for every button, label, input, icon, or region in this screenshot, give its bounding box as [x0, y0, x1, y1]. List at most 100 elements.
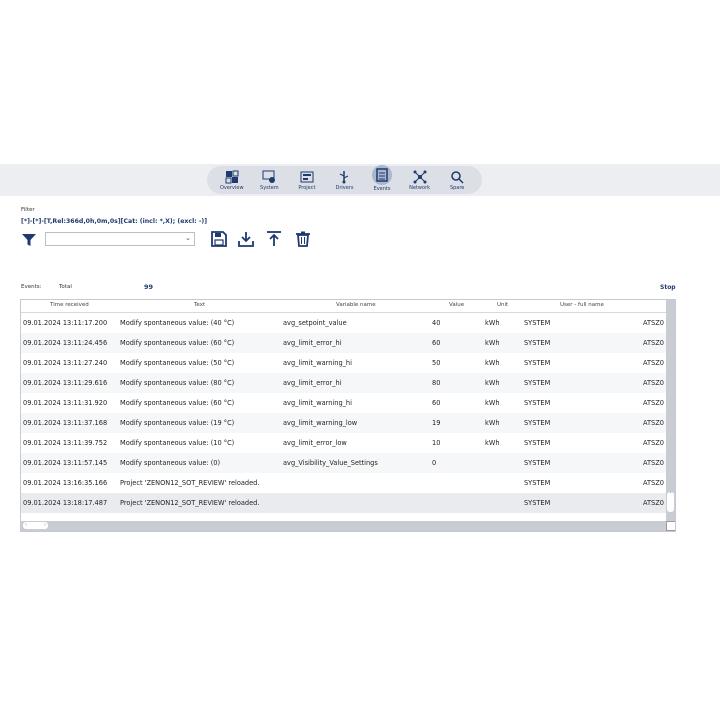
nav-network[interactable]: Network: [403, 170, 437, 191]
cell-value: 60: [432, 339, 441, 347]
cell-text: Modify spontaneous value: (60 °C): [120, 339, 235, 347]
chevron-left-icon[interactable]: ‹: [25, 522, 27, 529]
cell-time: 09.01.2024 13:11:24.456: [23, 339, 108, 347]
cell-time: 09.01.2024 13:11:57.145: [23, 459, 108, 467]
cell-extra: ATSZ0: [643, 319, 664, 327]
column-header-text[interactable]: Text: [194, 302, 205, 308]
column-header-time[interactable]: Time received: [50, 302, 89, 308]
table-row[interactable]: 09.01.2024 13:11:31.920 Modify spontaneou…: [21, 393, 666, 413]
column-header-unit[interactable]: Unit: [497, 302, 508, 308]
cell-text: Modify spontaneous value: (80 °C): [120, 379, 235, 387]
table-row[interactable]: 09.01.2024 13:11:29.616 Modify spontaneou…: [21, 373, 666, 393]
nav-label: Events: [373, 186, 391, 192]
cell-time: 09.01.2024 13:11:29.616: [23, 379, 108, 387]
cell-user: SYSTEM: [524, 459, 551, 467]
nav-project[interactable]: Project: [290, 170, 324, 191]
cell-user: SYSTEM: [524, 479, 551, 487]
cell-var: avg_limit_warning_hi: [283, 399, 352, 407]
table-header: Time received Text Variable name Value U…: [21, 300, 666, 313]
nav-drivers[interactable]: Drivers: [327, 170, 361, 191]
usb-icon: [340, 170, 349, 183]
cell-user: SYSTEM: [524, 319, 551, 327]
cell-text: Modify spontaneous value: (0): [120, 459, 221, 467]
table-row[interactable]: 09.01.2024 13:11:57.145 Modify spontaneou…: [21, 453, 666, 473]
cell-user: SYSTEM: [524, 359, 551, 367]
cell-var: avg_limit_error_hi: [283, 339, 342, 347]
cell-value: 10: [432, 439, 441, 447]
events-table: Time received Text Variable name Value U…: [20, 299, 676, 532]
export-button[interactable]: [237, 230, 255, 248]
filter-label: Filter: [21, 207, 35, 213]
cell-value: 80: [432, 379, 441, 387]
spare-icon: [451, 170, 464, 184]
column-header-value[interactable]: Value: [449, 302, 464, 308]
delete-icon: [296, 231, 310, 247]
cell-time: 09.01.2024 13:11:37.168: [23, 419, 108, 427]
cell-unit: kWh: [485, 399, 500, 407]
filter-combobox[interactable]: ⌄: [45, 232, 195, 246]
nav-system[interactable]: System: [252, 170, 286, 191]
cell-var: avg_limit_error_hi: [283, 379, 342, 387]
cell-unit: kWh: [485, 359, 500, 367]
cell-var: avg_setpoint_value: [283, 319, 347, 327]
cell-var: avg_limit_warning_hi: [283, 359, 352, 367]
delete-button[interactable]: [294, 230, 312, 248]
import-button[interactable]: [265, 230, 283, 248]
table-row[interactable]: 09.01.2024 13:11:37.168 Modify spontaneou…: [21, 413, 666, 433]
cell-value: 19: [432, 419, 441, 427]
cell-extra: ATSZ0: [643, 439, 664, 447]
vertical-scroll-thumb[interactable]: ˄: [667, 492, 674, 512]
cell-extra: ATSZ0: [643, 339, 664, 347]
cell-var: avg_limit_error_low: [283, 439, 347, 447]
cell-text: Modify spontaneous value: (60 °C): [120, 399, 235, 407]
nav-events[interactable]: Events: [365, 165, 399, 192]
nav-label: System: [260, 184, 279, 191]
horizontal-scrollbar[interactable]: ‹ ›: [21, 521, 666, 531]
nav-label: Spare: [449, 184, 465, 191]
cell-time: 09.01.2024 13:16:35.166: [23, 479, 108, 487]
cell-unit: kWh: [485, 319, 500, 327]
horizontal-scroll-thumb[interactable]: ‹ ›: [23, 522, 48, 529]
cell-extra: ATSZ0: [643, 479, 664, 487]
filter-icon[interactable]: [21, 232, 37, 248]
cell-value: 40: [432, 319, 441, 327]
network-icon: [413, 170, 427, 183]
column-header-variable[interactable]: Variable name: [336, 302, 376, 308]
upload-icon: [267, 231, 281, 246]
chevron-right-icon[interactable]: ›: [44, 522, 46, 529]
download-icon: [238, 232, 254, 247]
cell-text: Project 'ZENON12_SOT_REVIEW' reloaded.: [120, 499, 260, 507]
table-row[interactable]: 09.01.2024 13:11:27.240 Modify spontaneou…: [21, 353, 666, 373]
cell-user: SYSTEM: [524, 439, 551, 447]
nav-spare[interactable]: Spare: [440, 170, 474, 191]
column-header-user[interactable]: User - full name: [560, 302, 604, 308]
cell-time: 09.01.2024 13:11:17.200: [23, 319, 108, 327]
table-row[interactable]: 09.01.2024 13:18:17.487 Project 'ZENON12_…: [21, 493, 666, 513]
project-icon: [300, 171, 314, 182]
chevron-down-icon[interactable]: ⌄: [185, 234, 191, 242]
cell-var: avg_Visibility_Value_Settings: [283, 459, 378, 467]
events-icon-circle: [372, 165, 393, 185]
cell-extra: ATSZ0: [643, 379, 664, 387]
table-row[interactable]: 09.01.2024 13:11:24.456 Modify spontaneou…: [21, 333, 666, 353]
cell-value: 0: [432, 459, 437, 467]
events-label: Events:: [21, 284, 42, 290]
table-row[interactable]: 09.01.2024 13:16:35.166 Project 'ZENON12_…: [21, 473, 666, 493]
cell-time: 09.01.2024 13:11:39.752: [23, 439, 108, 447]
cell-extra: ATSZ0: [643, 419, 664, 427]
vertical-scrollbar[interactable]: ˄: [666, 300, 675, 531]
cell-text: Project 'ZENON12_SOT_REVIEW' reloaded.: [120, 479, 260, 487]
cell-unit: kWh: [485, 379, 500, 387]
table-row[interactable]: 09.01.2024 13:11:17.200 Modify spontaneou…: [21, 313, 666, 333]
cell-extra: ATSZ0: [643, 399, 664, 407]
cell-text: Modify spontaneous value: (10 °C): [120, 439, 235, 447]
cell-extra: ATSZ0: [643, 459, 664, 467]
cell-var: avg_limit_warning_low: [283, 419, 358, 427]
total-label: Total: [59, 284, 72, 290]
nav-overview[interactable]: Overview: [215, 170, 249, 191]
cell-user: SYSTEM: [524, 419, 551, 427]
save-button[interactable]: [210, 230, 228, 248]
stop-button[interactable]: Stop: [660, 284, 676, 291]
cell-unit: kWh: [485, 339, 500, 347]
table-row[interactable]: 09.01.2024 13:11:39.752 Modify spontaneou…: [21, 433, 666, 453]
